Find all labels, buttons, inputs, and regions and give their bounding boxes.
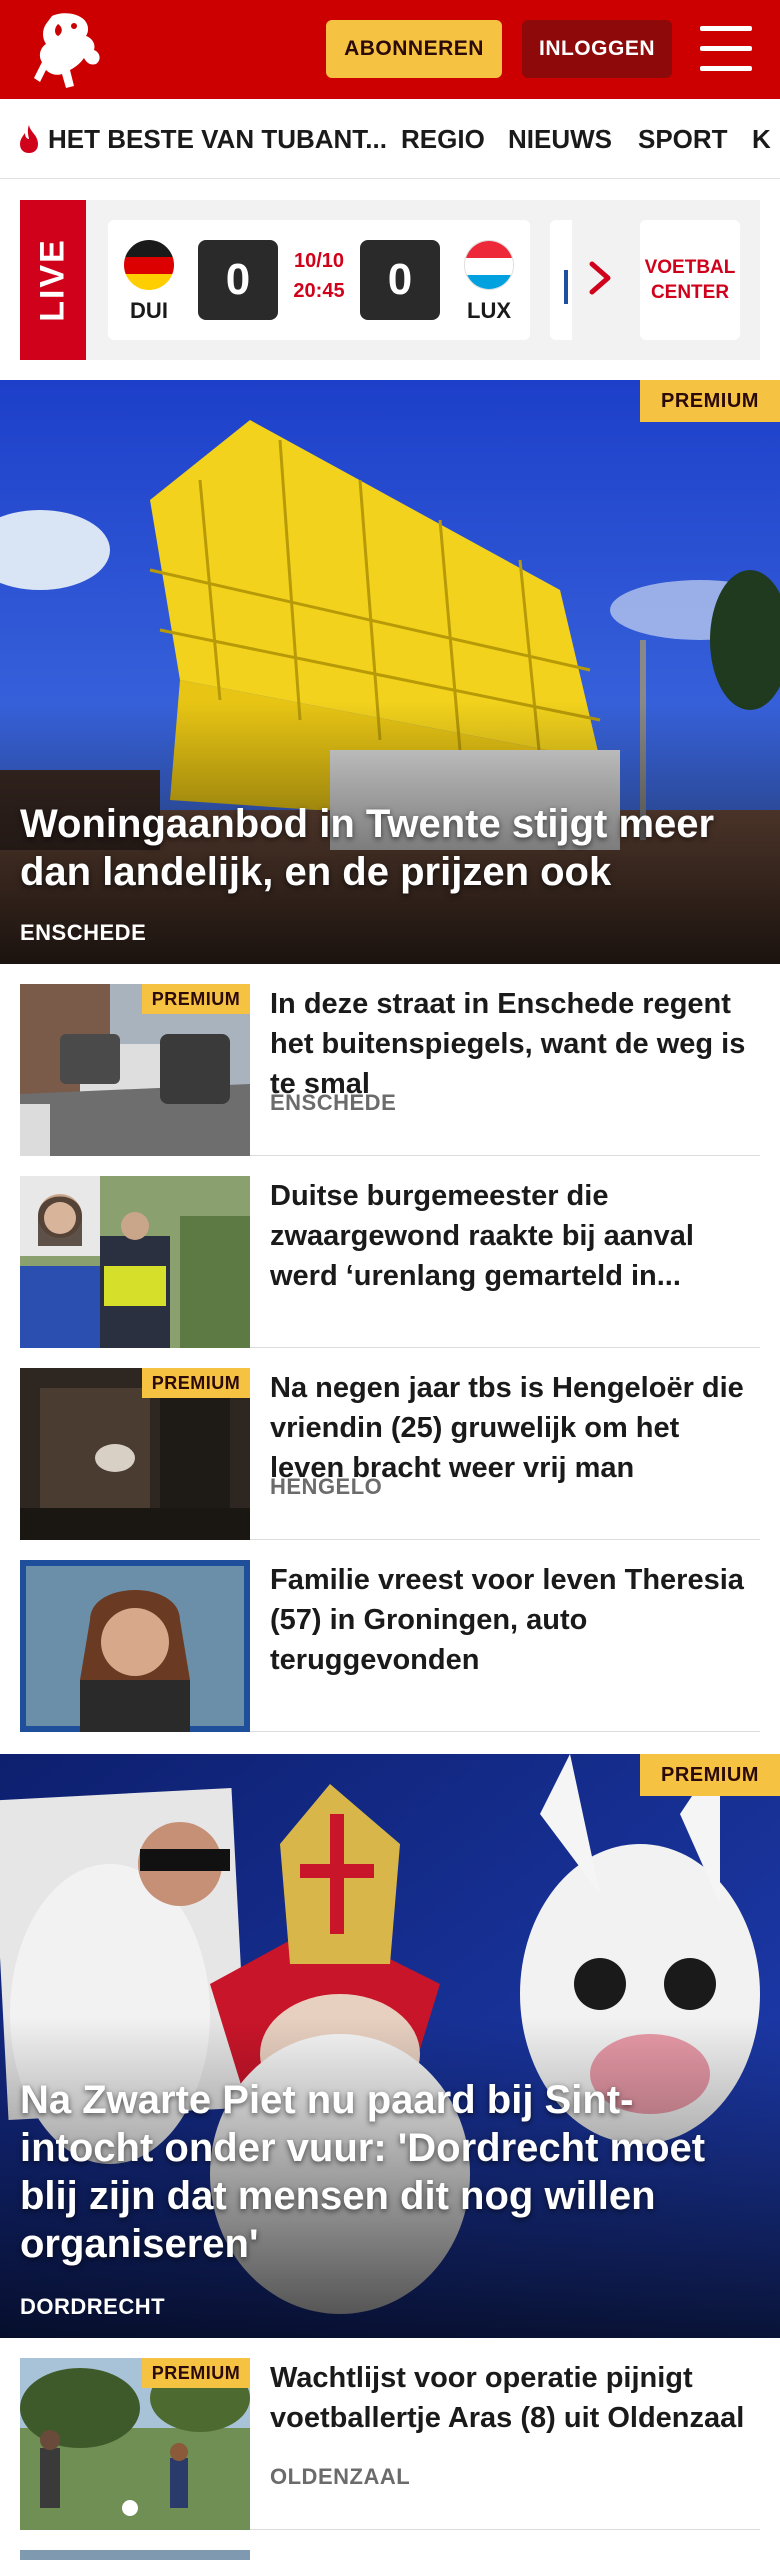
nav-item-sport[interactable]: SPORT xyxy=(638,99,728,178)
hero-title[interactable]: Na Zwarte Piet nu paard bij Sint-intocht… xyxy=(20,2076,760,2268)
article-thumbnail: PREMIUM xyxy=(20,984,250,1156)
hamburger-menu-icon[interactable] xyxy=(700,26,752,72)
article-thumbnail xyxy=(20,1176,250,1348)
hero-article-2[interactable]: PREMIUM Na Zwarte Piet nu paard bij Sint… xyxy=(0,1754,780,2338)
nav-item-best-of[interactable]: HET BESTE VAN TUBANT... xyxy=(16,99,387,178)
article-title[interactable]: Wachtlijst voor operatie pijnigt voetbal… xyxy=(270,2358,760,2438)
tubantia-horse-logo[interactable] xyxy=(30,8,112,92)
article-thumbnail xyxy=(20,1560,250,1732)
nav-item-regio[interactable]: REGIO xyxy=(401,99,485,178)
nav-item-more[interactable]: K xyxy=(752,99,771,178)
hero-location: ENSCHEDE xyxy=(20,920,147,945)
live-scores-bar: LIVE DUI 0 10/10 20:45 0 LUX VOETBAL CENT… xyxy=(20,200,760,360)
hero-article-1[interactable]: PREMIUM Woningaanbod in Twente stijgt me… xyxy=(0,380,780,964)
hero-location: DORDRECHT xyxy=(20,2294,166,2319)
home-team: DUI xyxy=(130,298,168,323)
live-match-card[interactable]: DUI 0 10/10 20:45 0 LUX xyxy=(108,220,530,340)
article-location: ENSCHEDE xyxy=(270,1090,397,1115)
next-article-thumbnail[interactable] xyxy=(20,2550,250,2560)
list-item[interactable]: PREMIUM Na negen jaar tbs is Hengeloër d… xyxy=(20,1348,760,1540)
article-title[interactable]: Familie vreest voor leven Theresia (57) … xyxy=(270,1560,760,1680)
vc-line2: CENTER xyxy=(650,282,730,303)
article-thumbnail: PREMIUM xyxy=(20,2358,250,2530)
subscribe-button[interactable]: ABONNEREN xyxy=(326,20,502,78)
list-item[interactable]: Duitse burgemeester die zwaargewond raak… xyxy=(20,1156,760,1348)
list-item[interactable]: Familie vreest voor leven Theresia (57) … xyxy=(20,1540,760,1732)
section-nav: HET BESTE VAN TUBANT... REGIO NIEUWS SPO… xyxy=(0,99,780,179)
next-match-card[interactable] xyxy=(550,220,572,340)
away-score: 0 xyxy=(360,240,440,320)
hero-title[interactable]: Woningaanbod in Twente stijgt meer dan l… xyxy=(20,800,760,896)
chevron-right-icon[interactable] xyxy=(586,252,616,304)
article-location: OLDENZAAL xyxy=(270,2464,411,2489)
nav-label-best-of: HET BESTE VAN TUBANT... xyxy=(48,123,387,154)
germany-flag-icon xyxy=(124,240,174,290)
match-datetime: 10/10 20:45 xyxy=(282,246,356,306)
live-label: LIVE xyxy=(20,200,86,360)
article-title[interactable]: In deze straat in Enschede regent het bu… xyxy=(270,984,760,1104)
premium-badge: PREMIUM xyxy=(640,380,780,422)
article-title[interactable]: Na negen jaar tbs is Hengeloër die vrien… xyxy=(270,1368,760,1488)
premium-badge: PREMIUM xyxy=(142,1368,250,1398)
premium-badge: PREMIUM xyxy=(142,984,250,1014)
premium-badge: PREMIUM xyxy=(640,1754,780,1796)
article-location: HENGELO xyxy=(270,1474,383,1499)
article-title[interactable]: Duitse burgemeester die zwaargewond raak… xyxy=(270,1176,760,1296)
list-item[interactable]: PREMIUM Wachtlijst voor operatie pijnigt… xyxy=(20,2338,760,2530)
article-thumbnail: PREMIUM xyxy=(20,1368,250,1540)
flame-icon xyxy=(20,125,38,153)
vc-line1: VOETBAL xyxy=(644,257,736,278)
nav-item-nieuws[interactable]: NIEUWS xyxy=(508,99,612,178)
voetbal-center-link[interactable]: VOETBAL CENTER xyxy=(640,220,740,340)
match-date: 10/10 xyxy=(293,250,345,272)
site-header: ABONNEREN INLOGGEN xyxy=(0,0,780,99)
luxembourg-flag-icon xyxy=(464,240,514,290)
list-item[interactable]: PREMIUM In deze straat in Enschede regen… xyxy=(20,964,760,1156)
premium-badge: PREMIUM xyxy=(142,2358,250,2388)
home-score: 0 xyxy=(198,240,278,320)
match-time: 20:45 xyxy=(293,280,345,302)
away-team: LUX xyxy=(467,298,511,323)
login-button[interactable]: INLOGGEN xyxy=(522,20,672,78)
